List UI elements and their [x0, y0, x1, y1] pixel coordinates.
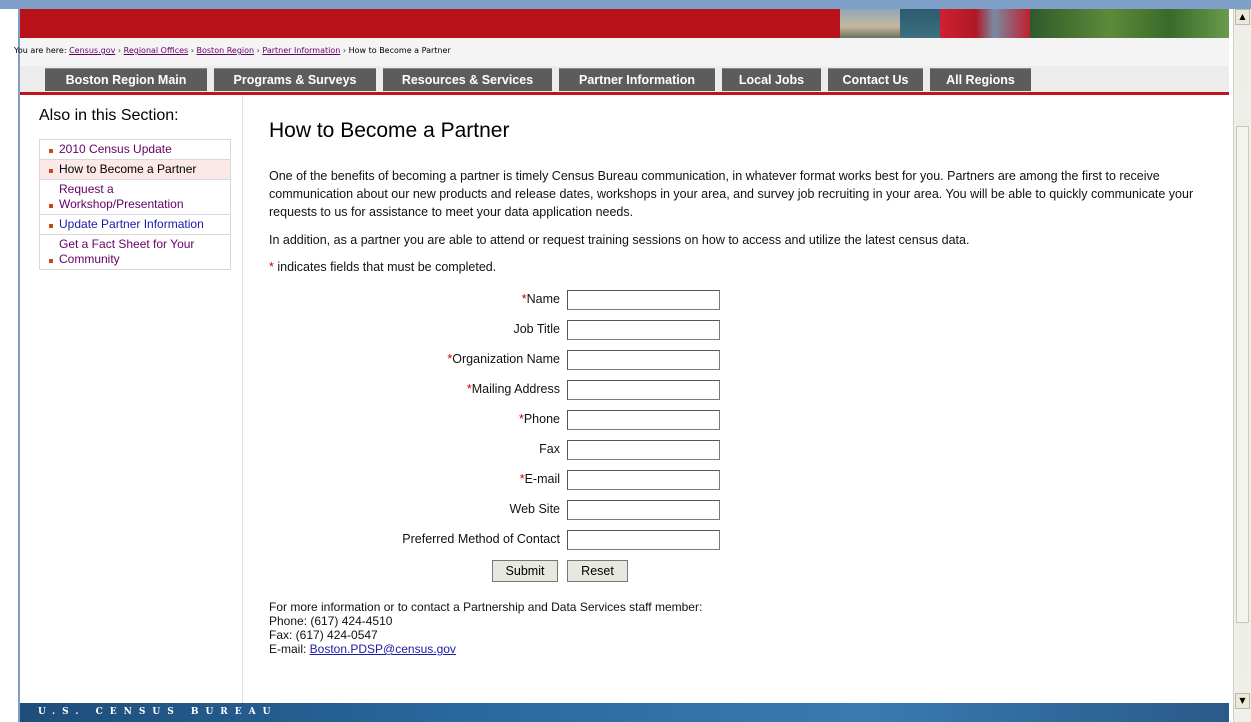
scroll-down-arrow-icon[interactable]: ▼ [1235, 693, 1250, 709]
tab-local-jobs[interactable]: Local Jobs [722, 68, 821, 91]
breadcrumb-prefix: You are here: [14, 46, 67, 55]
footer-logo-text: U.S. CENSUS BUREAU [38, 707, 278, 717]
fax-input[interactable] [567, 440, 720, 460]
web-site-label: Web Site [510, 502, 561, 516]
email-input[interactable] [567, 470, 720, 490]
field-label-text: Preferred Method of Contact [402, 532, 560, 546]
tab-boston-region-main[interactable]: Boston Region Main [45, 68, 207, 91]
field-label-text: Job Title [513, 322, 560, 336]
form-row-name: *Name [269, 290, 729, 312]
required-note: * indicates fields that must be complete… [269, 258, 1219, 276]
form-row-web-site: Web Site [269, 500, 729, 522]
sidebar-item-update-partner-information[interactable]: Update Partner Information [40, 215, 230, 235]
contact-email-prefix: E-mail: [269, 642, 310, 656]
breadcrumb-link-boston-region[interactable]: Boston Region [197, 46, 255, 55]
field-label-text: Mailing Address [471, 382, 560, 396]
sidebar-menu: 2010 Census Update How to Become a Partn… [39, 139, 231, 270]
contact-info: For more information or to contact a Par… [269, 600, 869, 656]
sidebar-item-label: How to Become a Partner [59, 162, 197, 176]
breadcrumb-link-regional-offices[interactable]: Regional Offices [124, 46, 189, 55]
phone-input[interactable] [567, 410, 720, 430]
breadcrumb-separator: › [256, 46, 260, 55]
page-title: How to Become a Partner [269, 119, 510, 142]
preferred-contact-label: Preferred Method of Contact [402, 532, 560, 546]
contact-fax: Fax: (617) 424-0547 [269, 628, 378, 642]
tab-resources-services[interactable]: Resources & Services [383, 68, 552, 91]
field-label-text: E-mail [524, 472, 560, 486]
tab-partner-information[interactable]: Partner Information [559, 68, 715, 91]
field-label-text: Web Site [509, 502, 561, 516]
square-bullet-icon [49, 259, 53, 263]
tab-all-regions[interactable]: All Regions [930, 68, 1031, 91]
scroll-up-arrow-icon[interactable]: ▲ [1235, 9, 1250, 25]
banner-logo-area [20, 9, 840, 38]
banner-photo-4 [1030, 9, 1229, 38]
contact-intro: For more information or to contact a Par… [269, 600, 703, 614]
tab-programs-surveys[interactable]: Programs & Surveys [214, 68, 376, 91]
name-label: *Name [522, 292, 560, 306]
square-bullet-icon [49, 149, 53, 153]
breadcrumb-separator: › [117, 46, 122, 55]
organization-name-input[interactable] [567, 350, 720, 370]
breadcrumb-link-census[interactable]: Census.gov [69, 46, 115, 55]
form-row-organization: *Organization Name [269, 350, 729, 372]
required-note-text: indicates fields that must be completed. [273, 260, 497, 274]
web-site-input[interactable] [567, 500, 720, 520]
sidebar-item-how-to-become-a-partner[interactable]: How to Become a Partner [40, 160, 230, 180]
square-bullet-icon [49, 169, 53, 173]
sidebar-item-label: Get a Fact Sheet for Your Community [59, 237, 195, 266]
sidebar-item-request-workshop[interactable]: Request a Workshop/Presentation [40, 180, 230, 215]
form-row-phone: *Phone [269, 410, 729, 432]
header-banner [20, 9, 1229, 38]
submit-button[interactable]: Submit [492, 560, 558, 582]
form-row-mailing-address: *Mailing Address [269, 380, 729, 402]
sidebar-item-label: Request a Workshop/Presentation [59, 182, 184, 211]
email-label: *E-mail [520, 472, 560, 486]
training-paragraph: In addition, as a partner you are able t… [269, 233, 970, 247]
banner-photo-2 [900, 9, 940, 38]
field-label-text: Organization Name [452, 352, 560, 366]
organization-name-label: *Organization Name [447, 352, 560, 366]
sidebar-item-fact-sheet[interactable]: Get a Fact Sheet for Your Community [40, 235, 230, 269]
sidebar-item-2010-census-update[interactable]: 2010 Census Update [40, 140, 230, 160]
fax-label: Fax [539, 442, 560, 456]
square-bullet-icon [49, 204, 53, 208]
form-row-email: *E-mail [269, 470, 729, 492]
form-row-preferred-contact: Preferred Method of Contact [269, 530, 729, 552]
name-input[interactable] [567, 290, 720, 310]
field-label-text: Fax [539, 442, 560, 456]
breadcrumb: You are here: Census.gov › Regional Offi… [14, 46, 451, 55]
job-title-label: Job Title [513, 322, 560, 336]
contact-phone: Phone: (617) 424-4510 [269, 614, 393, 628]
intro-paragraph: One of the benefits of becoming a partne… [269, 169, 1194, 219]
breadcrumb-link-partner-information[interactable]: Partner Information [262, 46, 340, 55]
banner-photo-3 [940, 9, 1030, 38]
square-bullet-icon [49, 224, 53, 228]
sidebar-item-label: 2010 Census Update [59, 142, 172, 156]
tab-contact-us[interactable]: Contact Us [828, 68, 923, 91]
window-top-border [0, 0, 1251, 9]
field-label-text: Phone [523, 412, 560, 426]
sidebar-title: Also in this Section: [39, 107, 179, 124]
form-row-fax: Fax [269, 440, 729, 462]
form-row-job-title: Job Title [269, 320, 729, 342]
job-title-input[interactable] [567, 320, 720, 340]
scrollbar-thumb[interactable] [1236, 126, 1249, 623]
contact-email-link[interactable]: Boston.PDSP@census.gov [310, 642, 456, 656]
contact-email-line: E-mail: Boston.PDSP@census.gov [269, 642, 869, 656]
field-label-text: Name [526, 292, 560, 306]
sidebar-item-label: Update Partner Information [59, 217, 204, 231]
reset-button[interactable]: Reset [567, 560, 628, 582]
banner-photo-1 [840, 9, 900, 38]
mailing-address-input[interactable] [567, 380, 720, 400]
preferred-contact-input[interactable] [567, 530, 720, 550]
breadcrumb-separator: › [342, 46, 347, 55]
mailing-address-label: *Mailing Address [467, 382, 560, 396]
breadcrumb-separator: › [190, 46, 194, 55]
phone-label: *Phone [519, 412, 560, 426]
breadcrumb-current: How to Become a Partner [348, 46, 451, 55]
